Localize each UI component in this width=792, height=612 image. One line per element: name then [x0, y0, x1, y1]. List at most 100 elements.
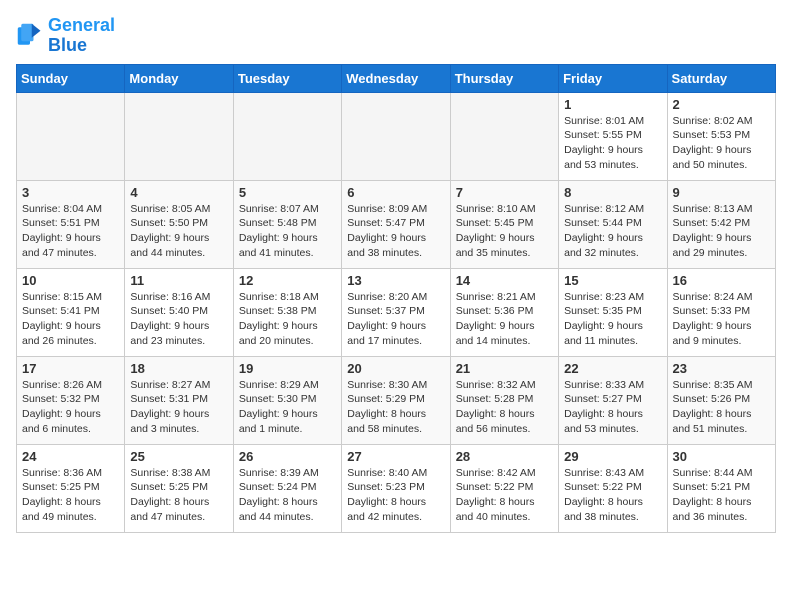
calendar-cell: 11 Sunrise: 8:16 AMSunset: 5:40 PMDayligh…	[125, 268, 233, 356]
day-number: 7	[456, 185, 553, 200]
day-info: Sunrise: 8:29 AMSunset: 5:30 PMDaylight:…	[239, 378, 336, 437]
day-number: 24	[22, 449, 119, 464]
calendar-cell: 1 Sunrise: 8:01 AMSunset: 5:55 PMDaylight…	[559, 92, 667, 180]
calendar-cell: 24 Sunrise: 8:36 AMSunset: 5:25 PMDayligh…	[17, 444, 125, 532]
calendar-cell: 14Sunrise: 8:21 AMSunset: 5:36 PMDayligh…	[450, 268, 558, 356]
day-number: 5	[239, 185, 336, 200]
calendar-cell	[17, 92, 125, 180]
day-info: Sunrise: 8:02 AMSunset: 5:53 PMDaylight:…	[673, 114, 770, 173]
day-number: 2	[673, 97, 770, 112]
day-info: Sunrise: 8:10 AMSunset: 5:45 PMDaylight:…	[456, 202, 553, 261]
day-number: 11	[130, 273, 227, 288]
day-number: 23	[673, 361, 770, 376]
day-number: 20	[347, 361, 444, 376]
calendar-cell: 5 Sunrise: 8:07 AMSunset: 5:48 PMDaylight…	[233, 180, 341, 268]
day-number: 14	[456, 273, 553, 288]
day-number: 17	[22, 361, 119, 376]
weekday-header: Monday	[125, 64, 233, 92]
calendar-cell	[233, 92, 341, 180]
calendar-cell: 21 Sunrise: 8:32 AMSunset: 5:28 PMDayligh…	[450, 356, 558, 444]
day-info: Sunrise: 8:12 AMSunset: 5:44 PMDaylight:…	[564, 202, 661, 261]
calendar-cell: 26 Sunrise: 8:39 AMSunset: 5:24 PMDayligh…	[233, 444, 341, 532]
day-info: Sunrise: 8:16 AMSunset: 5:40 PMDaylight:…	[130, 290, 227, 349]
page-header: General Blue	[16, 16, 776, 56]
calendar-cell: 13 Sunrise: 8:20 AMSunset: 5:37 PMDayligh…	[342, 268, 450, 356]
day-info: Sunrise: 8:09 AMSunset: 5:47 PMDaylight:…	[347, 202, 444, 261]
day-info: Sunrise: 8:05 AMSunset: 5:50 PMDaylight:…	[130, 202, 227, 261]
day-number: 16	[673, 273, 770, 288]
day-info: Sunrise: 8:13 AMSunset: 5:42 PMDaylight:…	[673, 202, 770, 261]
day-info: Sunrise: 8:04 AMSunset: 5:51 PMDaylight:…	[22, 202, 119, 261]
day-number: 12	[239, 273, 336, 288]
calendar-cell	[342, 92, 450, 180]
day-info: Sunrise: 8:43 AMSunset: 5:22 PMDaylight:…	[564, 466, 661, 525]
weekday-header: Friday	[559, 64, 667, 92]
day-number: 6	[347, 185, 444, 200]
day-number: 25	[130, 449, 227, 464]
calendar-cell: 9 Sunrise: 8:13 AMSunset: 5:42 PMDaylight…	[667, 180, 775, 268]
day-number: 9	[673, 185, 770, 200]
day-info: Sunrise: 8:24 AMSunset: 5:33 PMDaylight:…	[673, 290, 770, 349]
day-number: 15	[564, 273, 661, 288]
weekday-header: Tuesday	[233, 64, 341, 92]
day-number: 10	[22, 273, 119, 288]
day-number: 19	[239, 361, 336, 376]
day-info: Sunrise: 8:39 AMSunset: 5:24 PMDaylight:…	[239, 466, 336, 525]
day-number: 29	[564, 449, 661, 464]
calendar-cell: 2 Sunrise: 8:02 AMSunset: 5:53 PMDaylight…	[667, 92, 775, 180]
day-number: 28	[456, 449, 553, 464]
calendar-cell: 19 Sunrise: 8:29 AMSunset: 5:30 PMDayligh…	[233, 356, 341, 444]
calendar-cell: 29 Sunrise: 8:43 AMSunset: 5:22 PMDayligh…	[559, 444, 667, 532]
calendar-week-row: 24 Sunrise: 8:36 AMSunset: 5:25 PMDayligh…	[17, 444, 776, 532]
calendar-cell: 3 Sunrise: 8:04 AMSunset: 5:51 PMDaylight…	[17, 180, 125, 268]
calendar-cell: 18Sunrise: 8:27 AMSunset: 5:31 PMDayligh…	[125, 356, 233, 444]
day-info: Sunrise: 8:38 AMSunset: 5:25 PMDaylight:…	[130, 466, 227, 525]
day-info: Sunrise: 8:35 AMSunset: 5:26 PMDaylight:…	[673, 378, 770, 437]
day-number: 21	[456, 361, 553, 376]
calendar-cell: 28Sunrise: 8:42 AMSunset: 5:22 PMDayligh…	[450, 444, 558, 532]
calendar-cell: 10 Sunrise: 8:15 AMSunset: 5:41 PMDayligh…	[17, 268, 125, 356]
calendar-week-row: 17 Sunrise: 8:26 AMSunset: 5:32 PMDayligh…	[17, 356, 776, 444]
calendar-cell: 30 Sunrise: 8:44 AMSunset: 5:21 PMDayligh…	[667, 444, 775, 532]
logo-icon	[16, 22, 44, 50]
day-info: Sunrise: 8:18 AMSunset: 5:38 PMDaylight:…	[239, 290, 336, 349]
weekday-header: Wednesday	[342, 64, 450, 92]
day-info: Sunrise: 8:07 AMSunset: 5:48 PMDaylight:…	[239, 202, 336, 261]
day-info: Sunrise: 8:27 AMSunset: 5:31 PMDaylight:…	[130, 378, 227, 437]
day-number: 1	[564, 97, 661, 112]
day-number: 13	[347, 273, 444, 288]
day-number: 3	[22, 185, 119, 200]
day-info: Sunrise: 8:33 AMSunset: 5:27 PMDaylight:…	[564, 378, 661, 437]
calendar-cell: 23 Sunrise: 8:35 AMSunset: 5:26 PMDayligh…	[667, 356, 775, 444]
day-info: Sunrise: 8:30 AMSunset: 5:29 PMDaylight:…	[347, 378, 444, 437]
day-number: 22	[564, 361, 661, 376]
calendar-cell: 4 Sunrise: 8:05 AMSunset: 5:50 PMDaylight…	[125, 180, 233, 268]
day-info: Sunrise: 8:36 AMSunset: 5:25 PMDaylight:…	[22, 466, 119, 525]
calendar-cell: 7 Sunrise: 8:10 AMSunset: 5:45 PMDaylight…	[450, 180, 558, 268]
calendar-cell: 27 Sunrise: 8:40 AMSunset: 5:23 PMDayligh…	[342, 444, 450, 532]
weekday-header: Sunday	[17, 64, 125, 92]
calendar-week-row: 10 Sunrise: 8:15 AMSunset: 5:41 PMDayligh…	[17, 268, 776, 356]
calendar-cell	[125, 92, 233, 180]
weekday-header: Saturday	[667, 64, 775, 92]
day-number: 30	[673, 449, 770, 464]
calendar-cell: 12 Sunrise: 8:18 AMSunset: 5:38 PMDayligh…	[233, 268, 341, 356]
day-number: 27	[347, 449, 444, 464]
day-info: Sunrise: 8:44 AMSunset: 5:21 PMDaylight:…	[673, 466, 770, 525]
calendar-week-row: 3 Sunrise: 8:04 AMSunset: 5:51 PMDaylight…	[17, 180, 776, 268]
day-info: Sunrise: 8:40 AMSunset: 5:23 PMDaylight:…	[347, 466, 444, 525]
day-info: Sunrise: 8:20 AMSunset: 5:37 PMDaylight:…	[347, 290, 444, 349]
calendar-table: SundayMondayTuesdayWednesdayThursdayFrid…	[16, 64, 776, 533]
day-info: Sunrise: 8:26 AMSunset: 5:32 PMDaylight:…	[22, 378, 119, 437]
day-info: Sunrise: 8:01 AMSunset: 5:55 PMDaylight:…	[564, 114, 661, 173]
day-number: 4	[130, 185, 227, 200]
day-info: Sunrise: 8:32 AMSunset: 5:28 PMDaylight:…	[456, 378, 553, 437]
calendar-cell: 16 Sunrise: 8:24 AMSunset: 5:33 PMDayligh…	[667, 268, 775, 356]
calendar-cell: 15 Sunrise: 8:23 AMSunset: 5:35 PMDayligh…	[559, 268, 667, 356]
calendar-cell: 8 Sunrise: 8:12 AMSunset: 5:44 PMDaylight…	[559, 180, 667, 268]
logo-text: General Blue	[48, 16, 115, 56]
day-info: Sunrise: 8:15 AMSunset: 5:41 PMDaylight:…	[22, 290, 119, 349]
day-number: 26	[239, 449, 336, 464]
day-info: Sunrise: 8:23 AMSunset: 5:35 PMDaylight:…	[564, 290, 661, 349]
day-number: 8	[564, 185, 661, 200]
